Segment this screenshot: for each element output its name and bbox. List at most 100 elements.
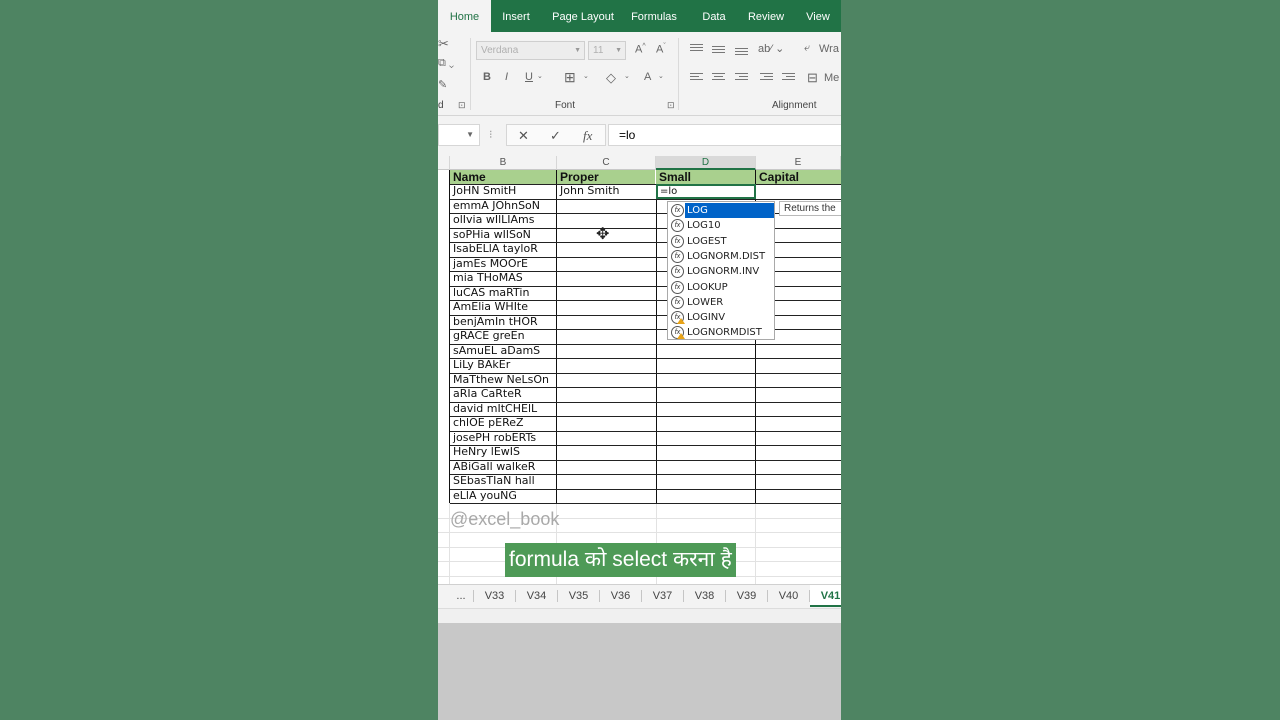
tab-review[interactable]: Review bbox=[737, 0, 795, 32]
active-cell[interactable]: =lo bbox=[656, 184, 756, 199]
autocomplete-item-label: LOGNORM.DIST bbox=[687, 250, 766, 262]
name-cell[interactable]: david mItCHElL bbox=[450, 402, 556, 416]
middle-align-icon[interactable] bbox=[712, 46, 725, 56]
autocomplete-item[interactable]: LOG bbox=[685, 203, 774, 218]
enter-button[interactable]: ✓ bbox=[550, 128, 561, 144]
column-header-b[interactable]: B bbox=[450, 156, 557, 170]
name-cell[interactable]: IsabELlA tayloR bbox=[450, 242, 556, 256]
name-box[interactable]: ▼ bbox=[438, 124, 480, 146]
autocomplete-item-label: LOWER bbox=[687, 296, 724, 308]
name-cell[interactable]: josePH robERTs bbox=[450, 431, 556, 445]
bold-button[interactable]: B bbox=[483, 71, 491, 83]
name-cell[interactable]: eLlA youNG bbox=[450, 489, 556, 503]
wrap-text-label[interactable]: Wra bbox=[819, 43, 839, 55]
function-tooltip: Returns the bbox=[779, 201, 841, 216]
header-cell-name[interactable]: Name bbox=[450, 170, 556, 184]
format-painter-icon[interactable]: ✎ bbox=[438, 78, 447, 91]
decrease-indent-icon[interactable] bbox=[760, 73, 773, 83]
header-cell-small[interactable]: Small bbox=[656, 170, 755, 184]
font-launcher-icon[interactable]: ⊡ bbox=[667, 100, 675, 111]
name-cell[interactable]: HeNry lEwIS bbox=[450, 445, 556, 459]
name-cell[interactable]: jamEs MOOrE bbox=[450, 257, 556, 271]
tab-formulas[interactable]: Formulas bbox=[625, 0, 683, 32]
merge-icon[interactable]: ⊟ bbox=[807, 70, 818, 86]
function-icon: fx bbox=[671, 204, 684, 217]
chevron-down-icon[interactable]: ⌄ bbox=[624, 72, 630, 80]
name-cell[interactable]: ABiGaIl walkeR bbox=[450, 460, 556, 474]
underline-button[interactable]: U bbox=[525, 71, 533, 83]
more-icon: ⁝ bbox=[489, 129, 493, 141]
chevron-down-icon[interactable]: ⌄ bbox=[537, 72, 543, 80]
name-cell[interactable]: chlOE pEReZ bbox=[450, 416, 556, 430]
sheet-tab-v38[interactable]: V38 bbox=[684, 585, 725, 607]
tab-page-layout[interactable]: Page Layout bbox=[542, 0, 624, 32]
fill-color-icon[interactable]: ◇ bbox=[606, 70, 616, 86]
column-header-c[interactable]: C bbox=[557, 156, 656, 170]
name-cell[interactable]: gRACE greEn bbox=[450, 329, 556, 343]
wrap-text-icon[interactable]: ⤶ bbox=[804, 42, 810, 55]
chevron-down-icon[interactable]: ▼ bbox=[466, 125, 474, 145]
font-size-combo[interactable]: 11 ▼ bbox=[588, 41, 626, 60]
name-cell[interactable]: MaTthew NeLsOn bbox=[450, 373, 556, 387]
column-header-e[interactable]: E bbox=[756, 156, 841, 170]
increase-indent-icon[interactable] bbox=[782, 73, 795, 83]
cancel-button[interactable]: ✕ bbox=[518, 128, 529, 144]
chevron-down-icon[interactable]: ⌄ bbox=[658, 72, 664, 80]
top-align-icon[interactable] bbox=[690, 44, 703, 54]
name-cell[interactable]: LiLy BAkEr bbox=[450, 358, 556, 372]
align-left-icon[interactable] bbox=[690, 73, 703, 83]
insert-function-button[interactable]: fx bbox=[583, 128, 592, 144]
name-cell[interactable]: soPHia wIlSoN bbox=[450, 228, 556, 242]
column-header-d[interactable]: D bbox=[656, 156, 756, 170]
name-cell[interactable]: aRIa CaRteR bbox=[450, 387, 556, 401]
font-color-icon[interactable]: A bbox=[644, 71, 651, 83]
align-right-icon[interactable] bbox=[735, 73, 748, 83]
name-cell[interactable]: SEbasTIaN hall bbox=[450, 474, 556, 488]
header-cell-proper[interactable]: Proper bbox=[557, 170, 655, 184]
name-cell[interactable]: emmA JOhnSoN bbox=[450, 199, 556, 213]
name-cell[interactable]: benjAmIn tHOR bbox=[450, 315, 556, 329]
tab-data[interactable]: Data bbox=[693, 0, 735, 32]
name-cell[interactable]: luCAS maRTin bbox=[450, 286, 556, 300]
name-cell[interactable]: JoHN SmitH bbox=[450, 184, 556, 198]
increase-font-icon[interactable]: A^ bbox=[635, 43, 646, 56]
copy-icon[interactable]: ⧉ ⌄ bbox=[438, 57, 454, 70]
sheet-tab-v33[interactable]: V33 bbox=[474, 585, 515, 607]
name-cell[interactable]: AmElia WHIte bbox=[450, 300, 556, 314]
font-name-combo[interactable]: Verdana ▼ bbox=[476, 41, 585, 60]
bottom-align-icon[interactable] bbox=[735, 48, 748, 58]
name-cell[interactable]: sAmuEL aDamS bbox=[450, 344, 556, 358]
name-cell[interactable]: olIvia wIlLIAms bbox=[450, 213, 556, 227]
header-cell-capital[interactable]: Capital bbox=[756, 170, 841, 184]
watermark: @excel_book bbox=[450, 509, 560, 529]
cursor-cross-icon: ✥ bbox=[596, 226, 610, 243]
sheet-tab-v41[interactable]: V41 bbox=[810, 585, 841, 607]
merge-label[interactable]: Me bbox=[824, 72, 839, 84]
tab-view[interactable]: View bbox=[796, 0, 840, 32]
clipboard-launcher-icon[interactable]: ⊡ bbox=[458, 100, 466, 111]
cell-border bbox=[450, 503, 841, 504]
orientation-icon[interactable]: ab⁄ ⌄ bbox=[758, 42, 784, 55]
sheet-tab-v37[interactable]: V37 bbox=[642, 585, 683, 607]
sheet-tab-v34[interactable]: V34 bbox=[516, 585, 557, 607]
sheet-tab-v39[interactable]: V39 bbox=[726, 585, 767, 607]
italic-button[interactable]: I bbox=[505, 71, 508, 83]
formula-input[interactable]: =lo bbox=[608, 124, 841, 146]
cut-icon[interactable]: ✂ bbox=[438, 36, 449, 52]
decrease-font-icon[interactable]: Aˇ bbox=[656, 43, 666, 56]
autocomplete-item-label: LOGEST bbox=[687, 235, 727, 247]
sheet-tab-v35[interactable]: V35 bbox=[558, 585, 599, 607]
tab-home[interactable]: Home bbox=[438, 0, 491, 32]
tab-insert[interactable]: Insert bbox=[492, 0, 540, 32]
sheet-more-button[interactable]: ... bbox=[449, 585, 473, 607]
function-icon: fx bbox=[671, 295, 684, 309]
align-center-icon[interactable] bbox=[712, 73, 725, 83]
proper-cell[interactable]: John Smith bbox=[557, 184, 655, 198]
name-cell[interactable]: mia THoMAS bbox=[450, 271, 556, 285]
borders-icon[interactable]: ⊞ bbox=[564, 69, 576, 86]
sheet-tab-v36[interactable]: V36 bbox=[600, 585, 641, 607]
chevron-down-icon[interactable]: ⌄ bbox=[583, 72, 589, 80]
corner-header[interactable] bbox=[438, 156, 450, 170]
worksheet-grid[interactable]: B C D E Name Proper Small Capital JoHN S… bbox=[438, 156, 841, 584]
sheet-tab-v40[interactable]: V40 bbox=[768, 585, 809, 607]
